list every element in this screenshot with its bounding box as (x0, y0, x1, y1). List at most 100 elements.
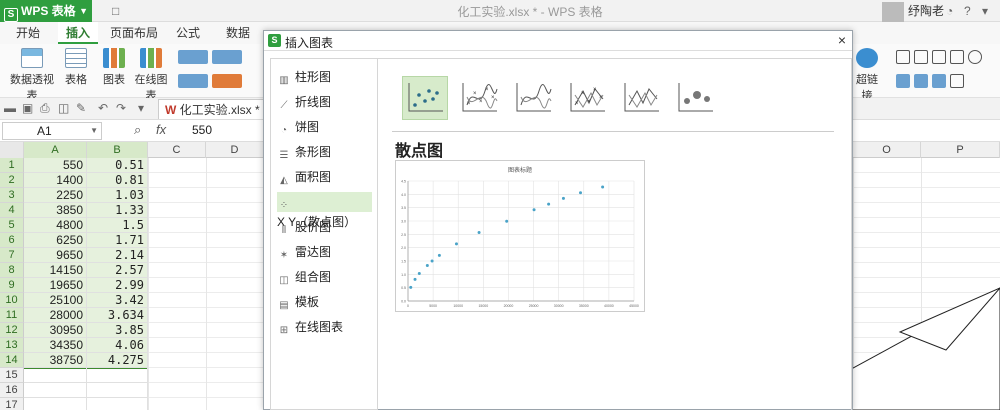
cell-a[interactable]: 2250 (24, 188, 87, 203)
tab-data[interactable]: 数据 (220, 22, 256, 44)
spin-control-icon[interactable] (932, 74, 946, 88)
column-header-p[interactable]: P (921, 142, 1000, 158)
cell-b[interactable]: 4.275 (87, 353, 148, 368)
scatter-straight-subtype-button[interactable] (618, 76, 664, 120)
tab-insert[interactable]: 插入 (58, 22, 98, 44)
cell-b[interactable]: 1.71 (87, 233, 148, 248)
customize-icon[interactable]: ▾ (138, 101, 144, 115)
chart-category-item[interactable]: ⁘X Y（散点图） (277, 192, 372, 229)
user-account[interactable]: 纾陶老 (881, 0, 944, 22)
cell-a[interactable]: 3850 (24, 203, 87, 218)
radio-icon[interactable] (968, 50, 982, 64)
row-header[interactable]: 12 (0, 323, 24, 338)
close-button[interactable]: × (838, 32, 846, 48)
cell-b[interactable] (87, 383, 148, 398)
cell-a[interactable]: 14150 (24, 263, 87, 278)
chart-category-item[interactable]: ◭ 面积图 (277, 167, 372, 187)
scroll-control-icon[interactable] (950, 74, 964, 88)
cell-a[interactable] (24, 383, 87, 398)
open-icon[interactable]: ▬ (4, 101, 16, 115)
row-header[interactable]: 4 (0, 203, 24, 218)
pie-chart-mini-icon[interactable] (212, 74, 242, 88)
row-header[interactable]: 10 (0, 293, 24, 308)
scatter-smooth-markers-subtype-button[interactable]: × × × × × (456, 76, 502, 120)
redo-icon[interactable]: ↷ (116, 101, 126, 115)
cell-b[interactable] (87, 368, 148, 383)
stock-chart-mini-icon[interactable] (178, 74, 208, 88)
print-icon[interactable]: ⎙ (40, 101, 50, 116)
row-header[interactable]: 8 (0, 263, 24, 278)
cell-a[interactable]: 6250 (24, 233, 87, 248)
cell-a[interactable]: 30950 (24, 323, 87, 338)
scatter-smooth-subtype-button[interactable] (510, 76, 556, 120)
column-header-a[interactable]: A (24, 142, 87, 158)
scatter-straight-markers-subtype-button[interactable]: × × × × × (564, 76, 610, 120)
cell-b[interactable]: 0.81 (87, 173, 148, 188)
chart-category-item[interactable]: ⫴ 股价图 (277, 217, 372, 237)
help-icon[interactable]: ? (964, 4, 971, 18)
save-icon[interactable]: ▣ (22, 101, 33, 115)
column-header-o[interactable]: O (853, 142, 921, 158)
cell-b[interactable]: 3.85 (87, 323, 148, 338)
chart-button[interactable]: 图表 (100, 48, 128, 87)
chart-category-item[interactable]: ▥ 柱形图 (277, 67, 372, 87)
bar-chart-mini-icon[interactable] (212, 50, 242, 64)
column-header-c[interactable]: C (148, 142, 206, 158)
cell-b[interactable]: 3.42 (87, 293, 148, 308)
chart-category-item[interactable]: ☰ 条形图 (277, 142, 372, 162)
chart-preview[interactable]: 图表标题 0.0 0.5 1.0 1.5 2.0 2.5 3.0 3.5 4.0 4.5 0 5000 1… (395, 160, 645, 312)
list-control-icon[interactable] (896, 74, 910, 88)
row-header[interactable]: 5 (0, 218, 24, 233)
cell-a[interactable]: 38750 (24, 353, 87, 368)
chart-category-item[interactable]: ▤ 模板 (277, 292, 372, 312)
row-header[interactable]: 17 (0, 398, 24, 410)
row-header[interactable]: 6 (0, 233, 24, 248)
chart-category-item[interactable]: ⊞ 在线图表 (277, 317, 372, 337)
shape-icon[interactable] (914, 50, 928, 64)
wps-app-menu-button[interactable]: S WPS 表格 ▼ (0, 0, 92, 22)
textbox-icon[interactable] (896, 50, 910, 64)
new-tab-icon[interactable]: □ (112, 4, 119, 18)
cell-a[interactable]: 19650 (24, 278, 87, 293)
cell-b[interactable]: 2.57 (87, 263, 148, 278)
cell-b[interactable]: 1.5 (87, 218, 148, 233)
row-header[interactable]: 1 (0, 158, 24, 173)
chart-category-item[interactable]: ◔ 饼图 (277, 117, 372, 137)
cell-b[interactable]: 0.51 (87, 158, 148, 173)
cell-a[interactable]: 4800 (24, 218, 87, 233)
select-all-corner[interactable] (0, 142, 24, 158)
format-painter-icon[interactable]: ✎ (76, 101, 86, 115)
zoom-search-icon[interactable]: ⌕ (134, 122, 141, 138)
cell-b[interactable]: 2.14 (87, 248, 148, 263)
row-header[interactable]: 15 (0, 368, 24, 383)
cell-b[interactable]: 4.06 (87, 338, 148, 353)
cell-b[interactable]: 1.03 (87, 188, 148, 203)
tab-page-layout[interactable]: 页面布局 (108, 22, 160, 44)
column-chart-mini-icon[interactable] (178, 50, 208, 64)
column-header-d[interactable]: D (206, 142, 264, 158)
name-box[interactable]: A1 ▼ (2, 122, 102, 140)
cell-a[interactable]: 28000 (24, 308, 87, 323)
row-header[interactable]: 13 (0, 338, 24, 353)
cell-a[interactable]: 9650 (24, 248, 87, 263)
chart-category-item[interactable]: ⟋ 折线图 (277, 92, 372, 112)
settings-icon[interactable]: ▾ (982, 4, 988, 18)
row-header[interactable]: 2 (0, 173, 24, 188)
hyperlink-button[interactable]: 超链接 (852, 48, 882, 103)
cell-b[interactable]: 3.634 (87, 308, 148, 323)
cell-a[interactable]: 34350 (24, 338, 87, 353)
undo-icon[interactable]: ↶ (98, 101, 108, 115)
tab-home[interactable]: 开始 (8, 22, 48, 44)
frame-icon[interactable] (932, 50, 946, 64)
table-button[interactable]: 表格 (62, 48, 90, 87)
row-header[interactable]: 9 (0, 278, 24, 293)
scatter-markers-subtype-button[interactable] (402, 76, 448, 120)
row-header[interactable]: 16 (0, 383, 24, 398)
cell-a[interactable]: 1400 (24, 173, 87, 188)
row-header[interactable]: 7 (0, 248, 24, 263)
chart-category-item[interactable]: ◫ 组合图 (277, 267, 372, 287)
row-header[interactable]: 11 (0, 308, 24, 323)
chart-category-item[interactable]: ✶ 雷达图 (277, 242, 372, 262)
cell-a[interactable]: 550 (24, 158, 87, 173)
bubble-subtype-button[interactable] (672, 76, 718, 120)
